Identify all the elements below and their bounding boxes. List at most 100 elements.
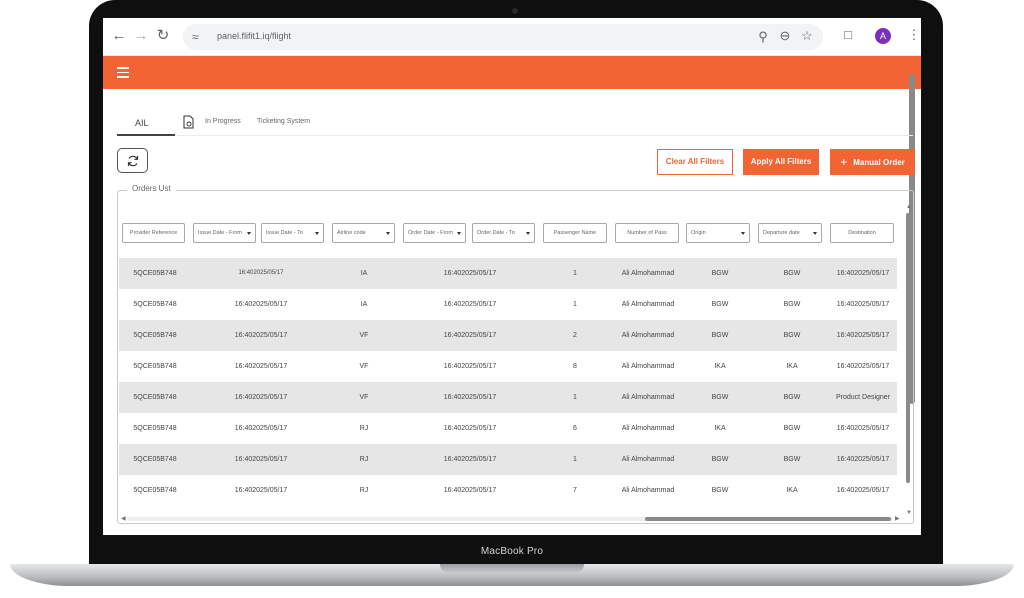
filter-passenger-name[interactable]: Passenger Name — [543, 223, 607, 243]
device-label: MacBook Pro — [480, 546, 544, 557]
cell-destination: 16:402025/05/17 — [836, 301, 890, 308]
cell-order-date: 16:402025/05/17 — [443, 394, 497, 401]
manual-order-label: Manual Order — [853, 158, 905, 167]
cell-issue-date: 16:402025/05/17 — [234, 301, 288, 308]
zoom-out-icon[interactable]: ⊖ — [777, 28, 793, 44]
cell-destination: 16:402025/05/17 — [836, 332, 890, 339]
table-row[interactable]: 5QCE05B748 16:402025/05/17 VF 16:402025/05/… — [119, 382, 897, 413]
refresh-button[interactable] — [117, 148, 148, 173]
table-row[interactable]: 5QCE05B748 16:402025/05/17 RJ 16:402025/05/… — [119, 475, 897, 506]
filter-label: Airline code — [337, 230, 366, 236]
cell-destination: 16:402025/05/17 — [836, 425, 890, 432]
table-row[interactable]: 5QCE05B748 16:402025/05/17 RJ 16:402025/05/… — [119, 444, 897, 475]
site-settings-icon[interactable]: ≈ — [192, 30, 199, 44]
star-icon[interactable]: ☆ — [799, 28, 815, 44]
cell-issue-date: 16:402025/05/17 — [234, 456, 288, 463]
cell-airline-code: RJ — [359, 425, 369, 432]
cell-airline-code: VF — [359, 332, 369, 339]
table-row[interactable]: 5QCE05B748 16:402025/05/17 RJ 16:402025/05/… — [119, 413, 897, 444]
cell-order-date: 16:402025/05/17 — [443, 363, 497, 370]
caret-down-icon — [741, 232, 745, 235]
table-row[interactable]: 5QCE05B748 16:402025/05/17 IA 16:402025/05/… — [119, 258, 897, 289]
caret-down-icon — [526, 232, 530, 235]
cell-order-date: 16:402025/05/17 — [443, 456, 497, 463]
cell-provider-reference: 5QCE05B748 — [133, 270, 177, 277]
screen: ← → ↻ ≈ panel.flifit1.iq/flight ⚲ ⊖ ☆ □ … — [103, 18, 921, 535]
cell-issue-date: 16:402025/05/17 — [234, 332, 288, 339]
filter-number-of-pass[interactable]: Number of Pass — [615, 223, 679, 243]
avatar[interactable]: A — [875, 28, 891, 44]
scroll-down-icon[interactable]: ▼ — [906, 510, 912, 516]
orders-list-title: Orders Ust — [127, 184, 176, 193]
filter-issue-date-to[interactable]: Issue Date - To — [261, 223, 324, 243]
cell-provider-reference: 5QCE05B748 — [133, 363, 177, 370]
clear-all-filters-button[interactable]: Clear All Filters — [657, 149, 733, 175]
tab-ticketing-system[interactable]: Ticketing System — [257, 118, 310, 125]
table-row[interactable]: 5QCE05B748 16:402025/05/17 IA 16:402025/05/… — [119, 289, 897, 320]
url-text[interactable]: panel.flifit1.iq/flight — [217, 31, 291, 41]
app-header — [103, 56, 921, 89]
cell-order-date: 16:402025/05/17 — [443, 425, 497, 432]
table-row[interactable]: 5QCE05B748 16:402025/05/17 VF 16:402025/05/… — [119, 351, 897, 382]
plus-icon: + — [840, 155, 848, 169]
caret-down-icon — [457, 232, 461, 235]
cell-airline-code: VF — [359, 394, 369, 401]
filter-order-date-to[interactable]: Order Date - To — [472, 223, 535, 243]
laptop-notch — [440, 564, 584, 573]
filter-label: Destination — [848, 230, 876, 236]
address-bar[interactable]: ≈ panel.flifit1.iq/flight ⚲ ⊖ ☆ — [183, 24, 823, 50]
caret-down-icon — [813, 232, 817, 235]
scroll-left-icon[interactable]: ◀ — [121, 515, 126, 522]
filter-origin[interactable]: Origin — [686, 223, 750, 243]
scroll-up-icon[interactable]: ▲ — [906, 204, 912, 210]
cell-destination: Product Designer — [835, 394, 891, 401]
filter-label: Number of Pass — [627, 230, 667, 236]
reload-icon[interactable]: ↻ — [155, 28, 171, 44]
cell-order-date: 16:402025/05/17 — [443, 487, 497, 494]
caret-down-icon — [247, 232, 251, 235]
filter-label: Departure date — [763, 230, 800, 236]
cell-provider-reference: 5QCE05B748 — [133, 332, 177, 339]
caret-down-icon — [315, 232, 319, 235]
cell-provider-reference: 5QCE05B748 — [133, 487, 177, 494]
forward-icon[interactable]: → — [133, 28, 149, 44]
cell-destination: 16:402025/05/17 — [836, 270, 890, 277]
cell-destination: 16:402025/05/17 — [836, 487, 890, 494]
scroll-right-icon[interactable]: ▶ — [895, 515, 900, 522]
filter-label: Passenger Name — [553, 230, 597, 236]
cell-airline-code: RJ — [359, 456, 369, 463]
cell-provider-reference: 5QCE05B748 — [133, 394, 177, 401]
cell-order-date: 16:402025/05/17 — [443, 332, 497, 339]
table-row[interactable]: 5QCE05B748 16:402025/05/17 VF 16:402025/05/… — [119, 320, 897, 351]
tabs-divider — [117, 135, 913, 136]
filter-issue-date-from[interactable]: Issue Date - From — [193, 223, 256, 243]
active-tab-indicator — [117, 134, 175, 136]
manual-order-button[interactable]: + Manual Order — [830, 149, 915, 175]
filter-destination[interactable]: Destination — [830, 223, 894, 243]
extensions-icon[interactable]: □ — [840, 27, 856, 42]
filter-order-date-from[interactable]: Order Date - From — [403, 223, 466, 243]
apply-all-filters-button[interactable]: Apply All Filters — [743, 149, 819, 175]
key-icon[interactable]: ⚲ — [755, 29, 771, 45]
filter-label: Order Date - From — [408, 230, 453, 236]
table-horizontal-scrollbar[interactable] — [645, 517, 891, 521]
cell-provider-reference: 5QCE05B748 — [133, 456, 177, 463]
filter-label: Order Date - To — [477, 230, 515, 236]
back-icon[interactable]: ← — [111, 28, 127, 44]
tab-in-progress[interactable]: In Progress — [205, 118, 241, 125]
table-vertical-scrollbar[interactable] — [906, 213, 910, 483]
document-sync-icon — [183, 115, 194, 129]
kebab-menu-icon[interactable]: ⋮ — [906, 27, 921, 43]
filter-departure-date[interactable]: Departure date — [758, 223, 822, 243]
hamburger-icon[interactable] — [117, 67, 129, 78]
cell-airline-code: VF — [359, 363, 369, 370]
filter-airline-code[interactable]: Airline code — [332, 223, 395, 243]
caret-down-icon — [386, 232, 390, 235]
cell-destination: 16:402025/05/17 — [836, 456, 890, 463]
tab-all[interactable]: AIL — [135, 118, 149, 128]
cell-destination: 16:402025/05/17 — [836, 363, 890, 370]
cell-issue-date: 16:402025/05/17 — [234, 425, 288, 432]
filter-label: Origin — [691, 230, 706, 236]
cell-order-date: 16:402025/05/17 — [443, 270, 497, 277]
filter-provider-reference[interactable]: Provider Reference — [122, 223, 185, 243]
